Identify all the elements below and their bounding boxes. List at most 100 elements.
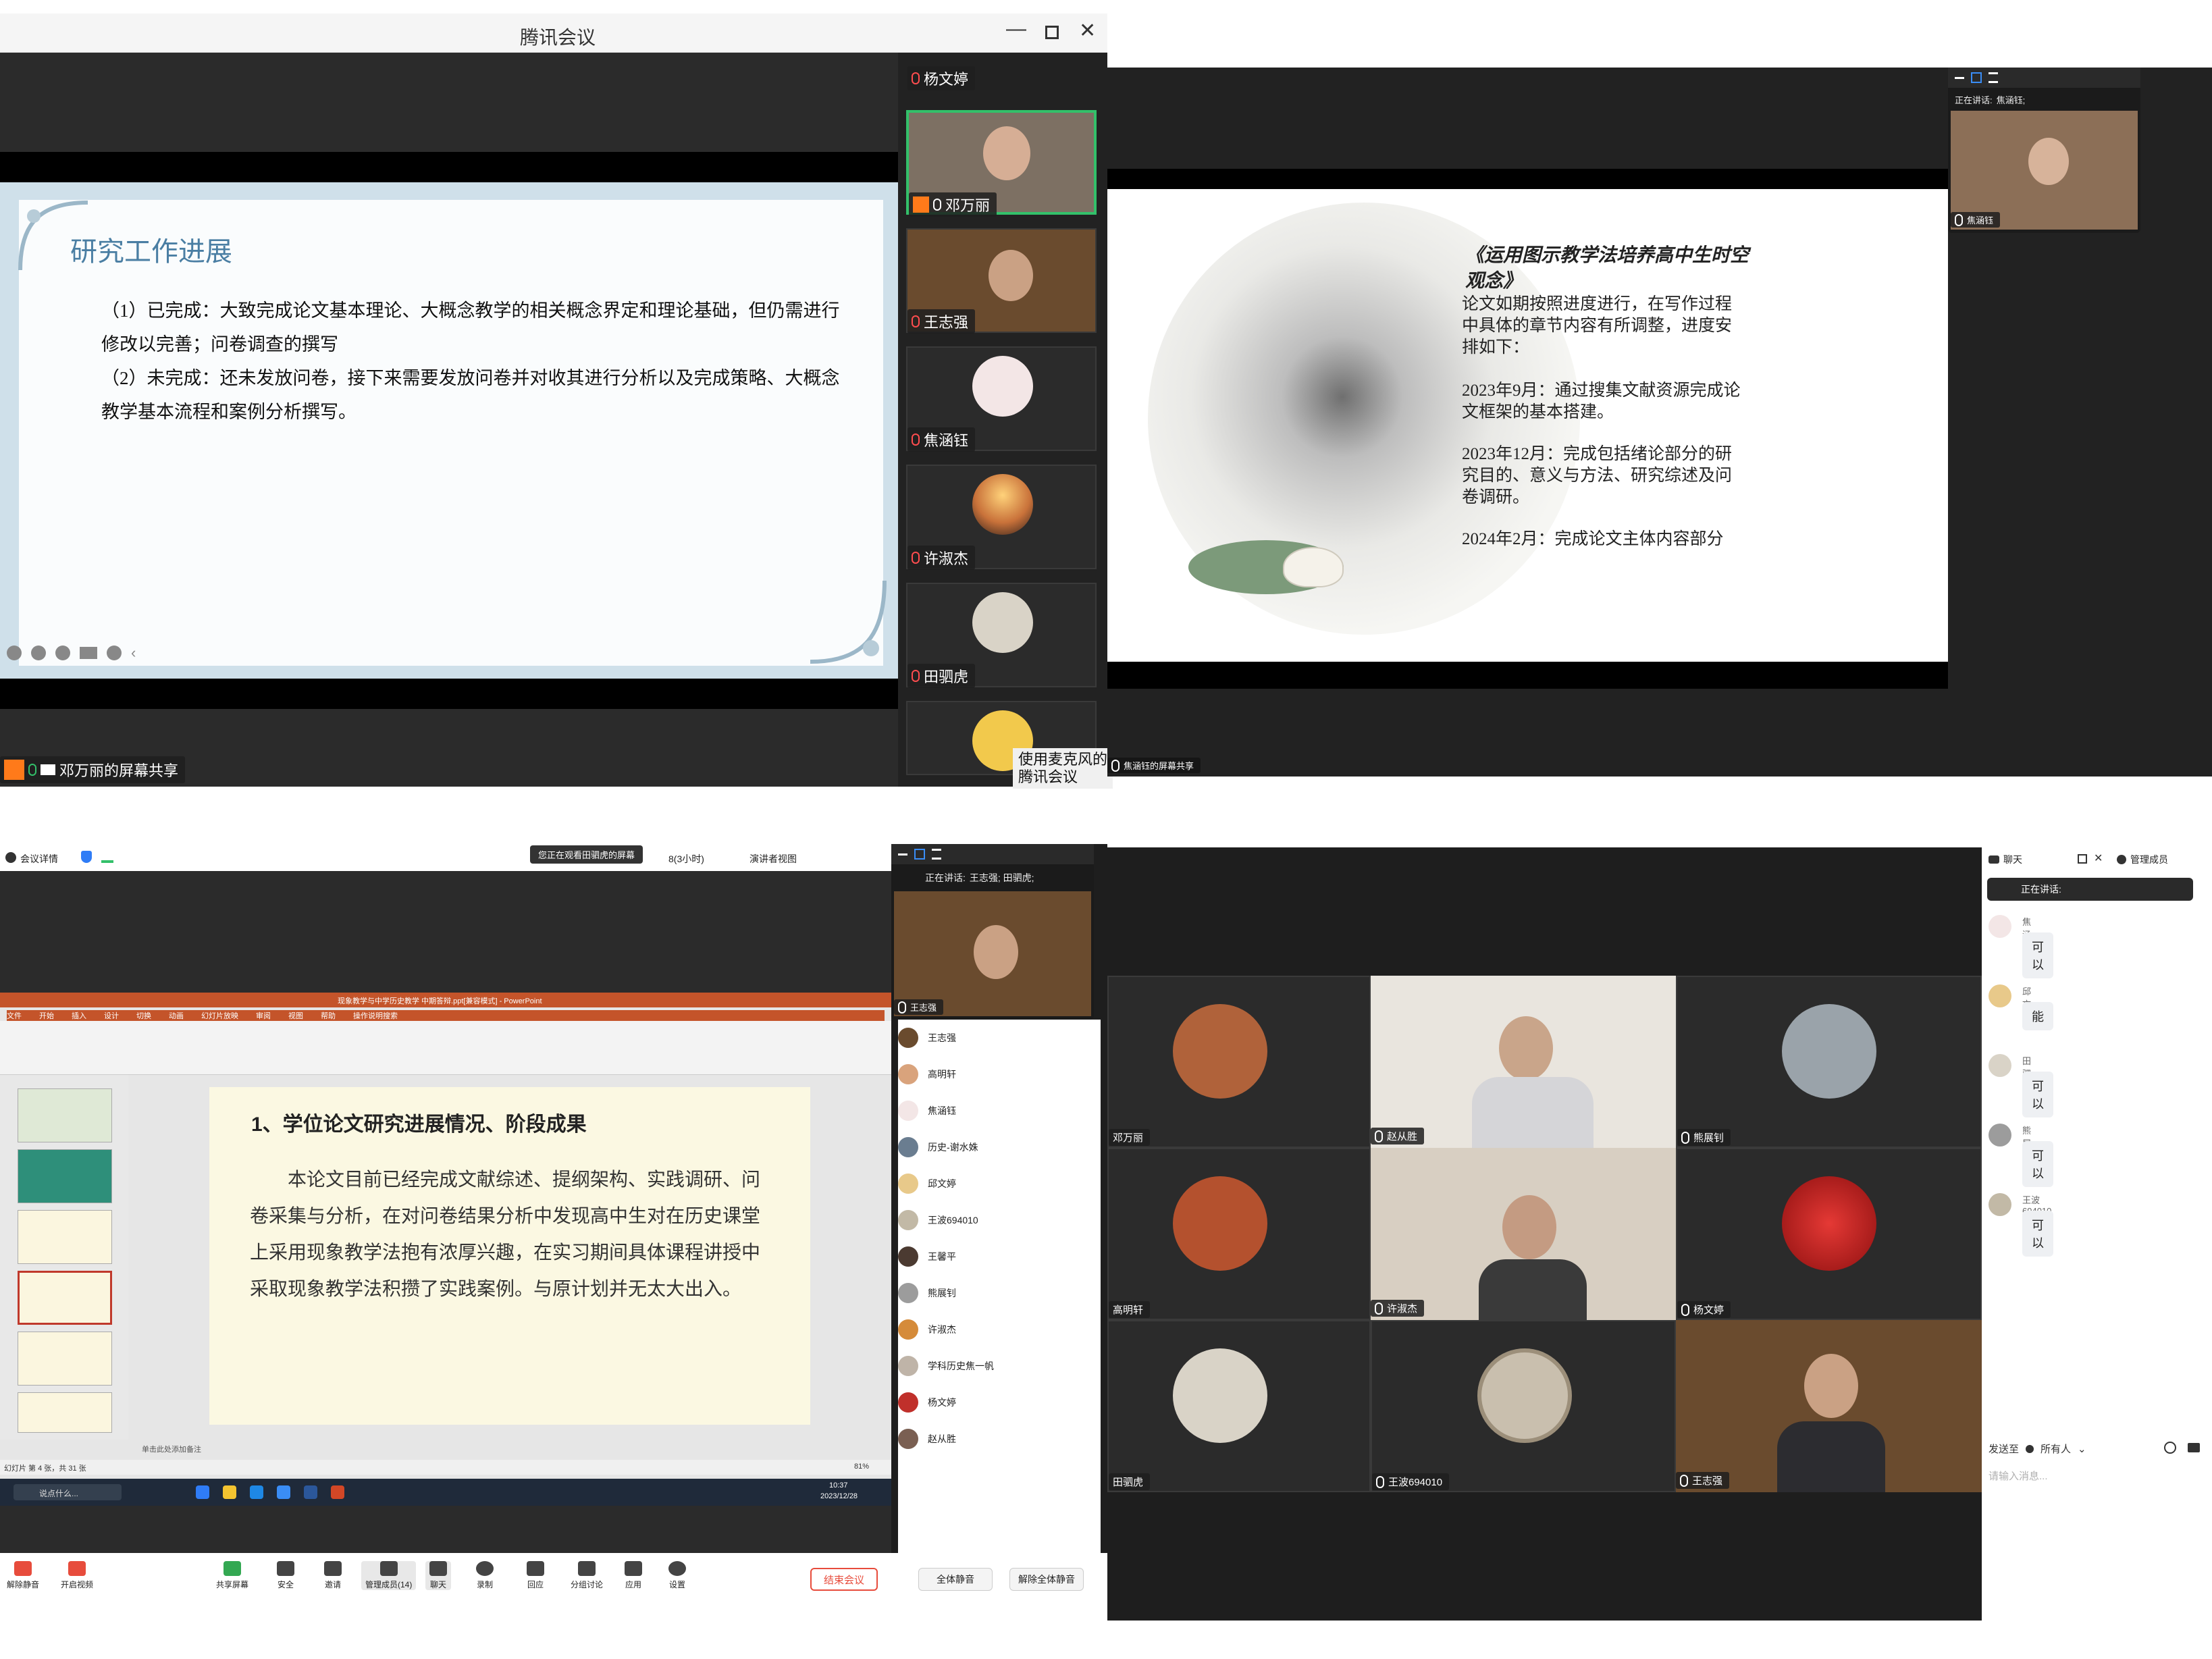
reaction-button[interactable]: 回应 bbox=[527, 1561, 544, 1590]
invite-button[interactable]: 邀请 bbox=[324, 1561, 342, 1590]
meeting-control-button[interactable]: 会议管控 ▾ bbox=[2137, 743, 2205, 764]
mute-all-button[interactable]: 全体静音 bbox=[918, 1568, 993, 1591]
participant-row[interactable]: 许淑杰 bbox=[1956, 505, 2206, 539]
close-panel-icon[interactable]: ✕ bbox=[2199, 73, 2208, 86]
q1-gallery-item-3[interactable]: 焦涵钰 bbox=[906, 346, 1097, 452]
chat-tab[interactable]: 聊天 bbox=[1989, 853, 2022, 866]
q4-tile-5[interactable]: 杨文婷 bbox=[1676, 1148, 1982, 1320]
maximize-icon[interactable] bbox=[1045, 26, 1059, 39]
participant-row[interactable]: 邱文婷 bbox=[1956, 298, 2206, 333]
q4-tile-8[interactable]: 王志强 bbox=[1676, 1320, 1982, 1492]
popout-icon[interactable] bbox=[2183, 76, 2192, 85]
participant-row[interactable]: 学科历史焦一帆 bbox=[898, 1348, 1101, 1384]
q4-tile-2[interactable]: 熊展钊 bbox=[1676, 976, 1982, 1148]
participant-row[interactable]: 王馨平 bbox=[1956, 402, 2206, 436]
members-tab[interactable]: 管理成员 bbox=[2117, 853, 2168, 866]
app-icon[interactable] bbox=[304, 1485, 317, 1499]
q1-gallery-item-4[interactable]: 许淑杰 bbox=[906, 465, 1097, 570]
security-button[interactable]: 安全 bbox=[277, 1561, 294, 1590]
breakout-button[interactable]: 分组讨论 bbox=[571, 1561, 603, 1590]
ribbon-tab[interactable]: 操作说明搜索 bbox=[353, 1010, 398, 1021]
ribbon-tab[interactable]: 帮助 bbox=[321, 1010, 336, 1021]
q4-tile-6[interactable]: 田驷虎 bbox=[1107, 1320, 1371, 1492]
q4-tile-0[interactable]: 邓万丽 bbox=[1107, 976, 1371, 1148]
unmute-all-button[interactable]: 解除全体静音 bbox=[2056, 743, 2124, 764]
participant-row[interactable]: 高明轩 bbox=[898, 1056, 1101, 1092]
window-icon[interactable] bbox=[1971, 72, 1982, 83]
ribbon-tab[interactable]: 切换 bbox=[136, 1010, 151, 1021]
slide-thumb[interactable] bbox=[18, 1210, 112, 1264]
ribbon-tab[interactable]: 插入 bbox=[72, 1010, 86, 1021]
minimize-icon[interactable]: — bbox=[1006, 18, 1026, 41]
q2-speaker-window[interactable]: 正在讲话: 焦涵钰; 焦涵钰 bbox=[1948, 68, 2140, 233]
participant-row[interactable]: 王馨平 bbox=[898, 1238, 1101, 1275]
send-to-row[interactable]: 发送至 所有人 ⌄ bbox=[1989, 1442, 2086, 1456]
play-icon[interactable] bbox=[31, 646, 46, 660]
folder-icon[interactable] bbox=[2188, 1443, 2200, 1452]
participant-row[interactable]: 赵从胜 bbox=[1956, 608, 2206, 643]
q4-tile-4[interactable]: 许淑杰 bbox=[1371, 1148, 1676, 1320]
q3-speaker-window[interactable]: 正在讲话: 王志强; 田驷虎; 王志强 bbox=[891, 844, 1094, 1020]
popout-icon[interactable] bbox=[2078, 854, 2087, 864]
participant-row[interactable]: 王波694010 bbox=[898, 1202, 1101, 1238]
emoji-icon[interactable] bbox=[2164, 1442, 2176, 1454]
more-icon[interactable] bbox=[107, 646, 122, 660]
close-icon[interactable]: ✕ bbox=[1079, 19, 1096, 43]
end-meeting-button[interactable]: 结束会议 bbox=[810, 1568, 878, 1591]
participant-row[interactable]: 王志强 bbox=[1956, 436, 2206, 471]
slide-thumb[interactable] bbox=[18, 1088, 112, 1142]
unmute-all-button[interactable]: 解除全体静音 bbox=[1009, 1568, 1084, 1591]
q1-gallery-item-2[interactable]: 王志强 bbox=[906, 228, 1097, 334]
q1-slide-controls[interactable]: ‹ bbox=[7, 641, 162, 664]
ribbon-tab[interactable]: 幻灯片放映 bbox=[201, 1010, 238, 1021]
taskbar-apps[interactable] bbox=[196, 1485, 344, 1499]
list-icon[interactable] bbox=[1989, 72, 1998, 83]
members-button[interactable]: 管理成员(14) bbox=[361, 1561, 417, 1590]
participant-row[interactable]: 田驷虎 bbox=[1956, 333, 2206, 367]
q2-not-joined[interactable]: 未入会 bbox=[2151, 135, 2177, 148]
participant-row[interactable]: 学科历史焦一帆 bbox=[1956, 539, 2206, 574]
slide-thumb[interactable] bbox=[18, 1392, 112, 1433]
prev-icon[interactable] bbox=[7, 646, 22, 660]
screen-icon[interactable] bbox=[80, 647, 97, 659]
participant-row[interactable]: 王波694010 bbox=[1956, 367, 2206, 402]
app-icon[interactable] bbox=[196, 1485, 209, 1499]
slide-thumb[interactable] bbox=[18, 1332, 112, 1386]
ribbon-tab[interactable]: 设计 bbox=[104, 1010, 119, 1021]
app-icon[interactable] bbox=[277, 1485, 290, 1499]
q1-gallery-item-1[interactable]: 邓万丽 bbox=[906, 110, 1097, 217]
app-icon[interactable] bbox=[250, 1485, 263, 1499]
mute-all-button[interactable]: 全体静音 bbox=[1975, 743, 2043, 764]
taskbar-search[interactable]: 说点什么... bbox=[14, 1484, 122, 1500]
participant-row[interactable]: 杨文婷 bbox=[898, 1384, 1101, 1421]
minimize-icon[interactable] bbox=[1955, 76, 1964, 79]
share-screen-button[interactable]: 共享屏幕 bbox=[216, 1561, 248, 1590]
ribbon-tab[interactable]: 开始 bbox=[39, 1010, 54, 1021]
ribbon-tab[interactable]: 动画 bbox=[169, 1010, 184, 1021]
app-icon[interactable] bbox=[331, 1485, 344, 1499]
view-mode-button[interactable]: 演讲者视图 bbox=[749, 852, 797, 866]
q1-gallery-item-0[interactable]: 杨文婷 bbox=[907, 66, 976, 90]
q4-tile-1[interactable]: 赵从胜 bbox=[1371, 976, 1676, 1148]
chevron-left-icon[interactable]: ‹ bbox=[131, 644, 136, 662]
video-button[interactable]: 开启视频 bbox=[61, 1561, 93, 1590]
participant-row[interactable]: 王志强 bbox=[898, 1020, 1101, 1056]
watching-banner[interactable]: 您正在观看田驷虎的屏幕 bbox=[530, 845, 643, 864]
participant-row[interactable]: 赵从胜 bbox=[898, 1421, 1101, 1457]
zoom-level[interactable]: 81% bbox=[854, 1463, 869, 1471]
q4-tile-7[interactable]: 王波694010 bbox=[1371, 1320, 1676, 1492]
ribbon-tab[interactable]: 审阅 bbox=[256, 1010, 271, 1021]
pen-icon[interactable] bbox=[55, 646, 70, 660]
participant-row[interactable]: 熊展钊 bbox=[898, 1275, 1101, 1311]
apps-button[interactable]: 应用 bbox=[625, 1561, 642, 1590]
settings-button[interactable]: 设置 bbox=[668, 1561, 686, 1590]
participant-row[interactable]: 许淑杰 bbox=[898, 1311, 1101, 1348]
chat-button[interactable]: 聊天 bbox=[425, 1561, 451, 1590]
close-chat-icon[interactable]: ✕ bbox=[2094, 851, 2103, 865]
participant-row[interactable]: 历史-谢水姝 bbox=[1956, 264, 2206, 298]
minimize-icon[interactable] bbox=[898, 853, 907, 855]
chat-input[interactable]: 请输入消息... bbox=[1989, 1469, 2048, 1483]
slide-thumb-active[interactable] bbox=[18, 1271, 112, 1325]
participant-row[interactable]: 高明轩 bbox=[1956, 230, 2206, 264]
meeting-details-link[interactable]: 会议详情 bbox=[20, 852, 58, 866]
